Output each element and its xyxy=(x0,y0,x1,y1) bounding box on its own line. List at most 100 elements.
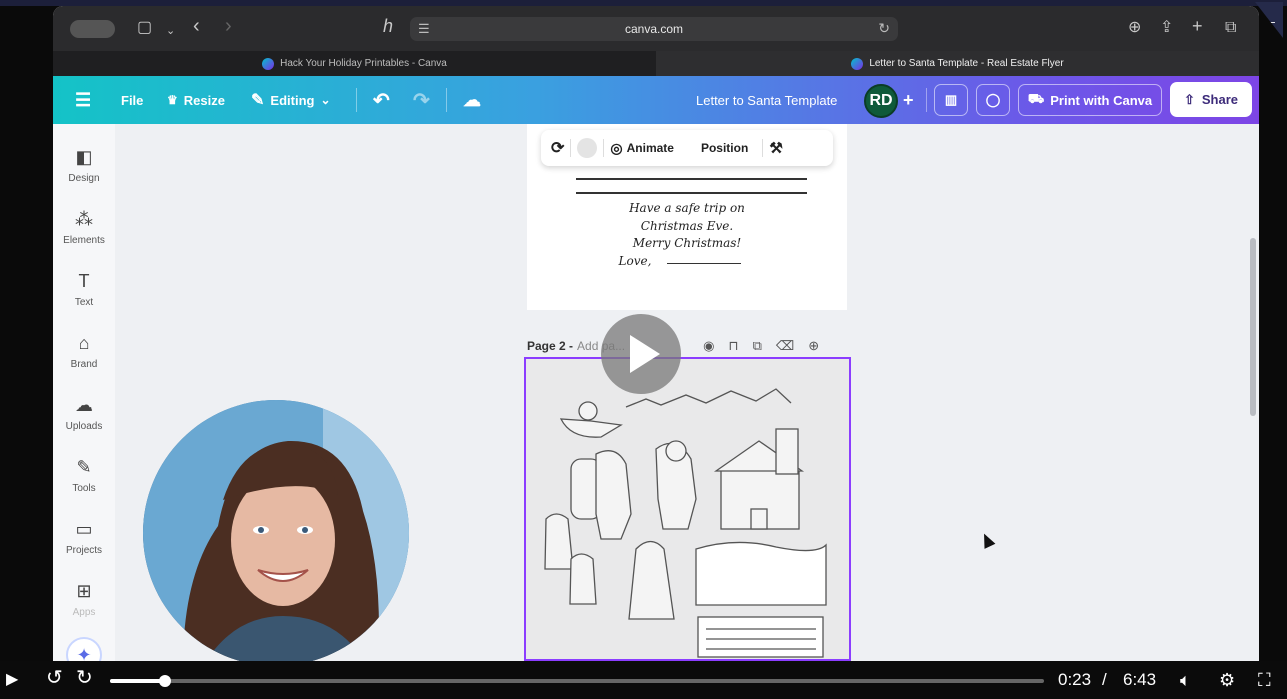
tab-label: Hack Your Holiday Printables - Canva xyxy=(280,58,447,69)
forward-icon[interactable]: › xyxy=(225,16,232,36)
resize-label: Resize xyxy=(183,92,225,108)
magic-sparkle-button[interactable]: ✦ xyxy=(66,637,102,661)
time-separator: / xyxy=(1102,670,1107,689)
editing-mode-button[interactable]: ✎ Editing ⌄ xyxy=(251,76,331,124)
resize-button[interactable]: ♛ Resize xyxy=(167,76,225,124)
presenter-webcam xyxy=(143,400,409,666)
back-arrow-icon[interactable]: ← xyxy=(1255,2,1283,38)
sidebar-item-label: Uploads xyxy=(65,421,103,432)
address-bar[interactable]: ☰ canva.com ↻ xyxy=(410,17,898,41)
sidebar-item-tools[interactable]: ✎ Tools xyxy=(53,456,115,516)
sidebar-item-brand[interactable]: ⌂ Brand xyxy=(53,332,115,392)
presenter-image xyxy=(143,400,409,666)
tab-label: Letter to Santa Template - Real Estate F… xyxy=(869,58,1064,69)
sidebar-item-label: Text xyxy=(74,297,94,308)
color-swatch[interactable] xyxy=(577,138,598,158)
paint-roller-icon[interactable]: ⚒ xyxy=(769,139,782,157)
settings-gear-icon[interactable]: ⚙ xyxy=(1219,669,1235,691)
elf-2 xyxy=(569,553,597,605)
play-icon[interactable]: ▶ xyxy=(6,669,18,691)
insights-button[interactable]: ▥ xyxy=(934,84,968,116)
share-button[interactable]: ⇧ Share xyxy=(1170,82,1252,117)
sidebar-item-design[interactable]: ◧ Design xyxy=(53,146,115,206)
sidebar-item-apps[interactable]: ⊞ Apps xyxy=(53,580,115,640)
position-button[interactable]: Position xyxy=(701,141,748,155)
add-page-icon[interactable]: ⊕ xyxy=(808,338,819,354)
mrs-claus xyxy=(628,540,675,620)
comment-icon: ◯ xyxy=(985,92,1001,107)
animate-button[interactable]: Animate xyxy=(627,141,674,155)
hide-page-icon[interactable]: ◉ xyxy=(703,338,714,354)
file-menu[interactable]: File xyxy=(121,76,143,124)
rotate-icon[interactable]: ⟳ xyxy=(551,138,564,158)
folder-icon: ▭ xyxy=(75,518,93,539)
chevron-down-icon[interactable]: ⌄ xyxy=(166,21,175,41)
letter-line: Have a safe trip on xyxy=(629,201,745,215)
divider xyxy=(603,139,605,157)
vertical-scrollbar[interactable] xyxy=(1250,238,1256,416)
browser-tab-2[interactable]: Letter to Santa Template - Real Estate F… xyxy=(656,51,1259,76)
window-controls[interactable] xyxy=(70,20,115,38)
sidebar-item-elements[interactable]: ⁂ Elements xyxy=(53,208,115,268)
redo-icon[interactable]: ↷ xyxy=(413,76,430,124)
trash-icon[interactable]: ⌫ xyxy=(776,338,794,354)
forward-skip-icon[interactable]: ↻ xyxy=(76,667,93,689)
invite-plus-icon[interactable]: + xyxy=(903,76,914,124)
divider xyxy=(570,139,572,157)
browser-tabs: Hack Your Holiday Printables - Canva Let… xyxy=(53,51,1259,76)
share-sheet-icon[interactable]: ⇪ xyxy=(1160,18,1173,38)
divider xyxy=(926,88,927,112)
canva-favicon-icon xyxy=(262,57,275,70)
snow-box xyxy=(695,541,827,606)
sidebar-item-label: Elements xyxy=(63,235,105,246)
door xyxy=(750,508,768,530)
browser-tab-1[interactable]: Hack Your Holiday Printables - Canva xyxy=(53,51,656,76)
rewind-icon[interactable]: ↺ xyxy=(46,667,63,689)
santa-illustration xyxy=(544,388,827,658)
canvas-page-2[interactable] xyxy=(524,357,851,661)
divider xyxy=(446,88,447,112)
avatar-initials: RD xyxy=(869,92,893,109)
sidebar-item-text[interactable]: T Text xyxy=(53,270,115,330)
editing-label: Editing xyxy=(270,92,315,108)
sparkle-icon: ✦ xyxy=(76,644,92,662)
duplicate-icon[interactable]: ⧉ xyxy=(753,338,762,354)
divider xyxy=(762,139,764,157)
reader-icon[interactable]: ☰ xyxy=(418,21,430,37)
video-play-button[interactable] xyxy=(601,314,681,394)
comment-button[interactable]: ◯ xyxy=(976,84,1010,116)
honey-extension-icon[interactable]: h xyxy=(383,16,393,36)
writing-line xyxy=(576,178,807,180)
avatar[interactable]: RD xyxy=(864,84,898,118)
safari-toolbar: ▢ ⌄ ‹ › h ☰ canva.com ↻ ⊕ ⇪ + ⧉ xyxy=(53,6,1259,51)
fullscreen-icon[interactable]: ⛶ xyxy=(1258,669,1271,691)
design-title[interactable]: Letter to Santa Template xyxy=(696,76,837,124)
layout-icon: ◧ xyxy=(75,146,93,167)
video-progress-bar[interactable] xyxy=(110,675,1044,687)
letter-line: Love, xyxy=(618,254,652,268)
reload-icon[interactable]: ↻ xyxy=(878,20,890,37)
tools-icon: ✎ xyxy=(76,456,92,477)
pencil-icon: ✎ xyxy=(251,92,265,109)
hamburger-menu-icon[interactable]: ☰ xyxy=(75,76,91,124)
progress-knob[interactable] xyxy=(159,675,172,687)
url-text: canva.com xyxy=(624,22,684,36)
mouse-cursor-icon xyxy=(978,531,996,549)
volume-icon[interactable]: 🔈︎ xyxy=(1180,669,1191,691)
tab-overview-icon[interactable]: ⧉ xyxy=(1225,18,1236,38)
lock-icon[interactable]: ⊓ xyxy=(728,338,738,354)
sidebar-toggle-icon[interactable]: ▢ xyxy=(137,18,152,38)
print-label: Print with Canva xyxy=(1050,92,1153,108)
undo-icon[interactable]: ↶ xyxy=(373,76,390,124)
share-upload-icon: ⇧ xyxy=(1183,91,1195,107)
letter-line: Merry Christmas! xyxy=(632,236,742,250)
new-tab-icon[interactable]: + xyxy=(1192,16,1203,36)
element-floating-toolbar: ⟳ ◎ Animate Position ⚒ xyxy=(541,130,833,166)
back-icon[interactable]: ‹ xyxy=(193,16,200,36)
cloud-saved-icon[interactable]: ☁ xyxy=(463,76,481,124)
play-icon xyxy=(630,335,660,373)
print-with-canva-button[interactable]: ⛟ Print with Canva xyxy=(1018,84,1162,116)
sidebar-item-projects[interactable]: ▭ Projects xyxy=(53,518,115,578)
sidebar-item-uploads[interactable]: ☁ Uploads xyxy=(53,394,115,454)
download-icon[interactable]: ⊕ xyxy=(1128,18,1141,38)
